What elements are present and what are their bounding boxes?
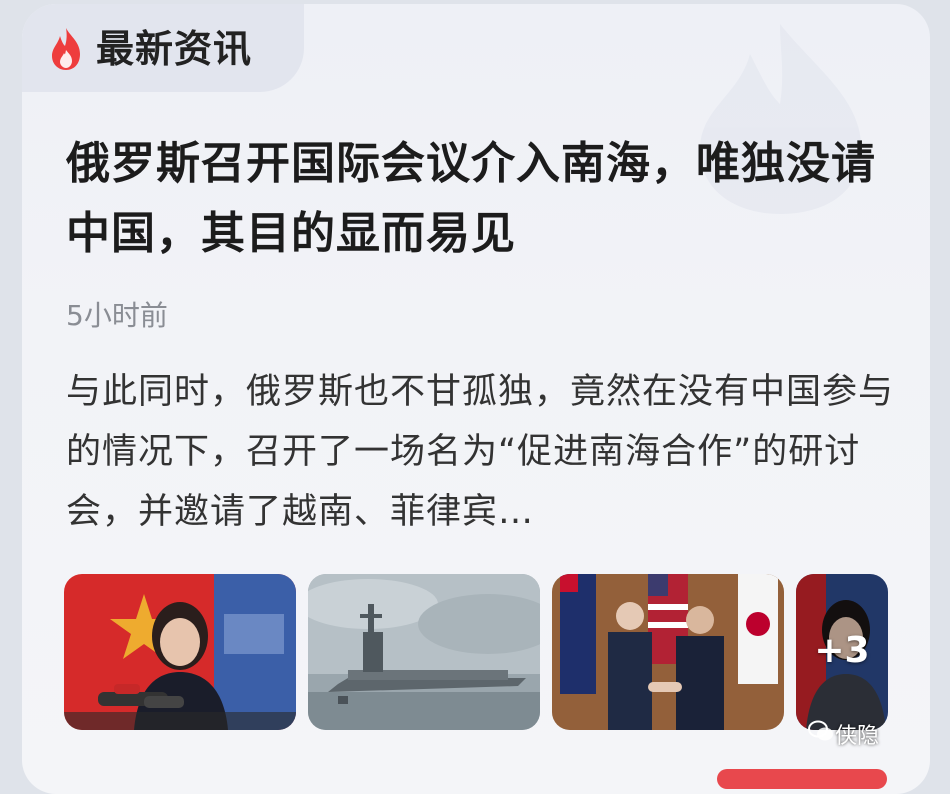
news-card[interactable]: 最新资讯 俄罗斯召开国际会议介入南海，唯独没请中国，其目的显而易见 5小时前 与… (22, 4, 930, 794)
thumbnail-aircraft-carrier[interactable] (308, 574, 540, 730)
watermark-brand: 侠隐 (835, 724, 880, 749)
image-gallery: +3 (64, 574, 894, 734)
thumbnail-leaders-handshake[interactable] (552, 574, 784, 730)
action-pill[interactable] (717, 769, 887, 789)
wechat-icon (808, 720, 833, 741)
section-tab[interactable]: 最新资讯 (22, 4, 304, 92)
publish-time: 5小时前 (66, 299, 168, 332)
section-title: 最新资讯 (96, 27, 253, 71)
article-summary[interactable]: 与此同时，俄罗斯也不甘孤独，竟然在没有中国参与的情况下，召开了一场名为“促进南海… (66, 362, 896, 542)
thumbnail-spokesperson[interactable] (64, 574, 296, 730)
more-images-count: +3 (814, 630, 870, 671)
flame-icon (52, 28, 80, 70)
thumbnail-more-images[interactable]: +3 (796, 574, 888, 730)
article-title[interactable]: 俄罗斯召开国际会议介入南海，唯独没请中国，其目的显而易见 (66, 129, 886, 269)
